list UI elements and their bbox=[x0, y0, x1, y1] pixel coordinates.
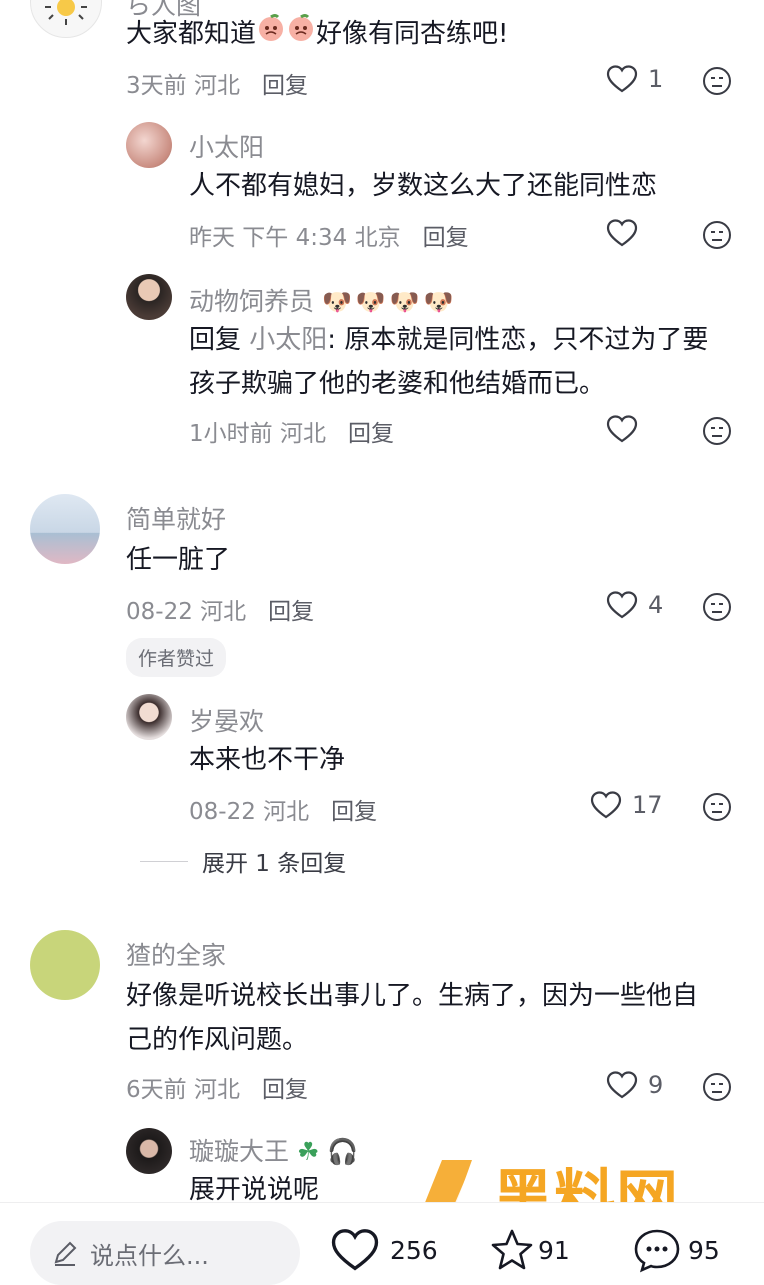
avatar[interactable] bbox=[30, 0, 102, 38]
comment-meta: 08-22 河北 回复 bbox=[189, 799, 378, 825]
comment-bubble-icon bbox=[634, 1229, 680, 1273]
peach-emoji-icon bbox=[286, 13, 316, 57]
like-button[interactable]: 4 bbox=[606, 590, 663, 620]
username[interactable]: 动物饲养员 🐶🐶🐶🐶 bbox=[189, 282, 458, 318]
comment-text: 回复 小太阳: 原本就是同性恋，只不过为了要 bbox=[189, 325, 709, 355]
reply-button[interactable]: 回复 bbox=[262, 1077, 308, 1103]
reply-button[interactable]: 回复 bbox=[423, 225, 469, 251]
heart-icon bbox=[606, 65, 638, 93]
reply-button[interactable]: 回复 bbox=[331, 799, 377, 825]
heart-icon bbox=[606, 219, 638, 247]
comment-meta: 08-22 河北 回复 bbox=[126, 599, 315, 625]
like-button[interactable]: 1 bbox=[606, 64, 663, 94]
avatar[interactable] bbox=[126, 122, 172, 168]
dislike-icon[interactable] bbox=[702, 66, 732, 96]
heart-icon bbox=[606, 591, 638, 619]
dislike-icon[interactable] bbox=[702, 1072, 732, 1102]
avatar[interactable] bbox=[126, 274, 172, 320]
favorite-count-button[interactable]: 91 bbox=[488, 1227, 570, 1273]
reply-button[interactable]: 回复 bbox=[262, 73, 308, 99]
comment-input[interactable]: 说点什么... bbox=[30, 1221, 300, 1285]
clover-icon: ☘ bbox=[296, 1137, 320, 1166]
comment-text: 任一脏了 bbox=[126, 545, 231, 575]
comment-text: 孩子欺骗了他的老婆和他结婚而已。 bbox=[189, 369, 606, 399]
comment-count-button[interactable]: 95 bbox=[632, 1227, 720, 1273]
username[interactable]: 岁晏欢 bbox=[189, 702, 264, 738]
username[interactable]: 璇璇大王 ☘ 🎧 bbox=[189, 1132, 358, 1168]
divider bbox=[140, 860, 188, 862]
comment-meta: 6天前 河北 回复 bbox=[126, 1077, 308, 1103]
dislike-icon[interactable] bbox=[702, 220, 732, 250]
heart-icon bbox=[606, 415, 638, 443]
like-button[interactable] bbox=[606, 414, 638, 444]
peach-emoji-icon bbox=[256, 13, 286, 57]
pencil-icon bbox=[54, 1241, 77, 1266]
comment-text: 人不都有媳妇，岁数这么大了还能同性恋 bbox=[189, 171, 658, 201]
heart-icon bbox=[590, 791, 622, 819]
heart-icon bbox=[606, 1071, 638, 1099]
like-button[interactable] bbox=[606, 218, 638, 248]
avatar[interactable] bbox=[30, 930, 100, 1000]
like-button[interactable]: 9 bbox=[606, 1070, 663, 1100]
username[interactable]: 简单就好 bbox=[126, 500, 226, 536]
comment-text: 大家都知道 好像有同杏练吧! bbox=[126, 12, 508, 57]
sun-avatar-icon bbox=[45, 0, 87, 25]
dislike-icon[interactable] bbox=[702, 792, 732, 822]
comment-text: 本来也不干净 bbox=[189, 745, 346, 775]
comment-input-placeholder: 说点什么... bbox=[90, 1241, 209, 1270]
heart-icon bbox=[331, 1229, 379, 1271]
dislike-icon[interactable] bbox=[702, 416, 732, 446]
dog-emoji-icon: 🐶🐶🐶🐶 bbox=[321, 288, 458, 316]
comment-meta: 3天前 河北 回复 bbox=[126, 73, 308, 99]
avatar[interactable] bbox=[30, 494, 100, 564]
star-icon bbox=[491, 1229, 533, 1270]
author-liked-badge: 作者赞过 bbox=[126, 638, 227, 677]
comment-meta: 昨天 下午 4:34 北京 回复 bbox=[189, 225, 469, 251]
comment-text: 己的作风问题。 bbox=[126, 1025, 309, 1055]
expand-replies-button[interactable]: 展开 1 条回复 bbox=[140, 844, 346, 878]
like-button[interactable]: 17 bbox=[590, 790, 663, 820]
headphones-icon: 🎧 bbox=[327, 1137, 359, 1166]
comment-text: 好像是听说校长出事儿了。生病了，因为一些他自 bbox=[126, 981, 699, 1011]
comment-meta: 1小时前 河北 回复 bbox=[189, 421, 394, 447]
reply-button[interactable]: 回复 bbox=[268, 599, 314, 625]
reply-to-user[interactable]: 小太阳 bbox=[249, 325, 327, 355]
like-count-button[interactable]: 256 bbox=[330, 1227, 438, 1273]
username[interactable]: 猹的全家 bbox=[126, 936, 226, 972]
username[interactable]: 小太阳 bbox=[189, 128, 264, 164]
avatar[interactable] bbox=[126, 694, 172, 740]
avatar[interactable] bbox=[126, 1128, 172, 1174]
bottom-bar: 说点什么... 256 91 95 bbox=[0, 1202, 764, 1285]
dislike-icon[interactable] bbox=[702, 592, 732, 622]
reply-button[interactable]: 回复 bbox=[348, 421, 394, 447]
